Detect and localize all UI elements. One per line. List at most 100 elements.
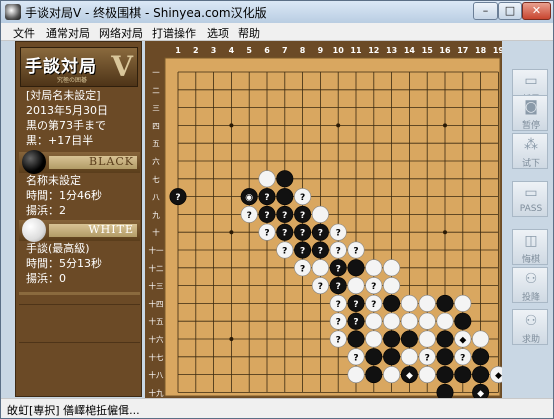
undo-button[interactable]: ◫ 悔棋 — [512, 229, 548, 265]
white-stone[interactable] — [311, 259, 329, 277]
black-stone[interactable]: ? — [329, 277, 347, 295]
pass-button[interactable]: ▭ PASS — [512, 181, 548, 217]
resign-button[interactable]: ⚇ 投降 — [512, 267, 548, 303]
white-stone[interactable]: ? — [329, 241, 347, 259]
black-stone[interactable] — [276, 188, 294, 206]
black-stone[interactable] — [472, 366, 490, 384]
white-stone[interactable]: ? — [276, 241, 294, 259]
white-stone[interactable]: ? — [365, 294, 383, 312]
white-stone[interactable]: ? — [329, 312, 347, 330]
menu-record-ops[interactable]: 打谱操作 — [152, 25, 196, 41]
white-stone[interactable] — [400, 348, 418, 366]
svg-text:?: ? — [336, 336, 341, 346]
white-stone[interactable] — [436, 312, 454, 330]
hint-button[interactable]: ⚇ 求助 — [512, 309, 548, 345]
black-stone[interactable]: ◆ — [472, 383, 490, 401]
white-stone[interactable]: ? — [311, 277, 329, 295]
black-stone[interactable]: ? — [169, 188, 187, 206]
menu-file[interactable]: 文件 — [13, 25, 35, 41]
row-label: 十三 — [149, 281, 164, 291]
black-stone[interactable] — [472, 348, 490, 366]
window-title: 手谈对局V - 终极围棋 - Shinyea.com汉化版 — [25, 6, 267, 20]
black-stone[interactable]: ? — [258, 205, 276, 223]
black-stone[interactable]: ◉ — [240, 188, 258, 206]
white-stone[interactable]: ? — [418, 348, 436, 366]
col-label: 1 — [175, 46, 181, 55]
menu-help[interactable]: 帮助 — [238, 25, 260, 41]
white-stone[interactable] — [365, 312, 383, 330]
black-stone[interactable] — [365, 366, 383, 384]
white-stone[interactable] — [365, 330, 383, 348]
white-stone[interactable] — [383, 312, 401, 330]
white-stone[interactable] — [383, 259, 401, 277]
close-button[interactable]: ✕ — [522, 2, 551, 20]
black-stone[interactable] — [276, 170, 294, 188]
black-stone[interactable] — [436, 366, 454, 384]
white-stone[interactable] — [258, 170, 276, 188]
white-stone[interactable] — [454, 294, 472, 312]
black-stone[interactable] — [454, 312, 472, 330]
white-stone[interactable] — [347, 277, 365, 295]
white-stone[interactable] — [347, 366, 365, 384]
black-stone[interactable] — [436, 294, 454, 312]
maximize-button[interactable]: □ — [498, 2, 522, 20]
black-stone[interactable]: ? — [329, 259, 347, 277]
row-label: 二 — [152, 86, 160, 95]
white-stone[interactable]: ? — [240, 205, 258, 223]
menu-network-game[interactable]: 网络对局 — [99, 25, 143, 41]
black-stone[interactable]: ? — [347, 294, 365, 312]
white-stone[interactable] — [418, 366, 436, 384]
black-stone[interactable] — [383, 330, 401, 348]
white-stone[interactable]: ? — [329, 330, 347, 348]
col-label: 6 — [264, 46, 270, 55]
black-stone[interactable] — [436, 330, 454, 348]
white-stone[interactable]: ? — [329, 294, 347, 312]
white-stone[interactable]: ? — [365, 277, 383, 295]
white-stone[interactable] — [383, 277, 401, 295]
go-board[interactable]: 1 2 3 4 5 6 7 8 9 10 11 12 13 14 15 16 17 18 19一二三四五六七八九十十… — [145, 41, 507, 401]
black-stone[interactable] — [454, 366, 472, 384]
black-stone[interactable] — [347, 330, 365, 348]
white-stone[interactable]: ? — [329, 223, 347, 241]
try-move-button[interactable]: ⁂ 试下 — [512, 133, 548, 169]
white-stone[interactable] — [418, 312, 436, 330]
black-stone[interactable]: ? — [276, 223, 294, 241]
svg-text:?: ? — [336, 300, 341, 310]
black-stone[interactable]: ? — [311, 241, 329, 259]
black-stone[interactable] — [436, 383, 454, 401]
black-stone[interactable] — [436, 348, 454, 366]
black-stone[interactable]: ? — [258, 188, 276, 206]
black-stone[interactable]: ? — [294, 223, 312, 241]
svg-text:?: ? — [300, 264, 305, 274]
black-stone[interactable]: ? — [294, 241, 312, 259]
black-stone[interactable]: ◆ — [400, 366, 418, 384]
white-stone[interactable]: ? — [347, 241, 365, 259]
white-stone[interactable]: ? — [347, 348, 365, 366]
black-stone[interactable]: ? — [311, 223, 329, 241]
white-stone[interactable]: ? — [294, 259, 312, 277]
white-stone[interactable]: ? — [294, 188, 312, 206]
white-stone[interactable] — [418, 294, 436, 312]
black-stone[interactable]: ? — [276, 205, 294, 223]
white-stone[interactable]: ◆ — [454, 330, 472, 348]
minimize-button[interactable]: – — [473, 2, 498, 20]
white-stone[interactable] — [400, 294, 418, 312]
white-stone[interactable] — [400, 312, 418, 330]
menu-normal-game[interactable]: 通常对局 — [46, 25, 90, 41]
black-stone[interactable]: ? — [347, 312, 365, 330]
white-stone[interactable] — [383, 366, 401, 384]
white-stone[interactable] — [365, 259, 383, 277]
black-stone[interactable] — [400, 330, 418, 348]
white-stone[interactable] — [311, 205, 329, 223]
black-stone[interactable] — [365, 348, 383, 366]
black-stone[interactable] — [383, 348, 401, 366]
white-stone[interactable]: ? — [258, 223, 276, 241]
white-stone[interactable]: ? — [454, 348, 472, 366]
menu-options[interactable]: 选项 — [207, 25, 229, 41]
black-stone[interactable] — [347, 259, 365, 277]
pause-button[interactable]: ◙ 暂停 — [512, 95, 548, 131]
black-stone[interactable] — [383, 294, 401, 312]
white-stone[interactable] — [418, 330, 436, 348]
black-stone[interactable]: ? — [294, 205, 312, 223]
white-stone[interactable] — [472, 330, 490, 348]
